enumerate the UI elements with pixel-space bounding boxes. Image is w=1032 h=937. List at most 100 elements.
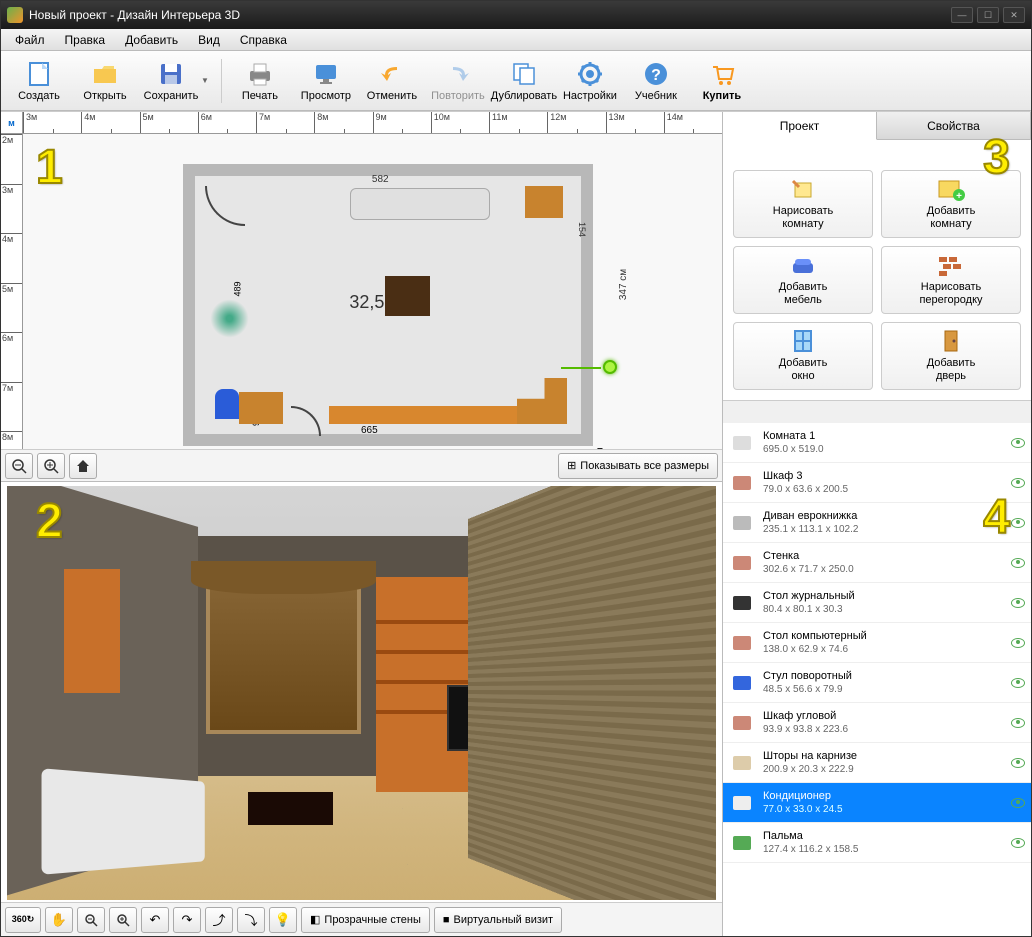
scene-list: Комната 1 695.0 x 519.0 Шкаф 3 79.0 x 63… — [723, 400, 1031, 936]
object-dimensions: 79.0 x 63.6 x 200.5 — [763, 483, 1003, 496]
tab-project[interactable]: Проект — [723, 112, 877, 140]
object-icon — [729, 670, 755, 696]
visibility-icon[interactable] — [1011, 758, 1025, 768]
menu-add[interactable]: Добавить — [115, 31, 188, 49]
close-button[interactable]: ✕ — [1003, 7, 1025, 23]
object-dimensions: 77.0 x 33.0 x 24.5 — [763, 803, 1003, 816]
scene-item[interactable]: Диван еврокнижка 235.1 x 113.1 x 102.2 — [723, 503, 1031, 543]
object-dimensions: 302.6 x 71.7 x 250.0 — [763, 563, 1003, 576]
zoom-in-button[interactable] — [37, 453, 65, 479]
object-icon — [729, 550, 755, 576]
virtual-visit-button[interactable]: ■Виртуальный визит — [434, 907, 562, 933]
visibility-icon[interactable] — [1011, 638, 1025, 648]
action-add-window[interactable]: Добавитьокно — [733, 322, 873, 390]
door-object[interactable] — [291, 406, 321, 436]
dimension-label: 347 см — [618, 269, 629, 300]
rotate-left-button[interactable]: ↶ — [141, 907, 169, 933]
scene-item[interactable]: Стол журнальный 80.4 x 80.1 x 30.3 — [723, 583, 1031, 623]
tilt-down-button[interactable]: ⤵ — [237, 907, 265, 933]
tool-print[interactable]: Печать — [228, 54, 292, 108]
rotate-right-button[interactable]: ↷ — [173, 907, 201, 933]
scene-item[interactable]: Стул поворотный 48.5 x 56.6 x 79.9 — [723, 663, 1031, 703]
chair-object[interactable] — [215, 389, 239, 419]
visibility-icon[interactable] — [1011, 438, 1025, 448]
dimension-label: 665 — [361, 425, 378, 436]
tool-open[interactable]: Открыть — [73, 54, 137, 108]
tool-preview[interactable]: Просмотр — [294, 54, 358, 108]
plant-object[interactable] — [207, 296, 252, 341]
cabinet-object[interactable] — [525, 186, 563, 218]
visibility-icon[interactable] — [1011, 558, 1025, 568]
scene-item[interactable]: Шкаф угловой 93.9 x 93.8 x 223.6 — [723, 703, 1031, 743]
menu-view[interactable]: Вид — [188, 31, 230, 49]
plan-view-2d[interactable]: м 3м4м5м6м7м8м9м10м11м12м13м14м 2м3м4м5м… — [1, 112, 722, 481]
selection-handle[interactable] — [603, 360, 617, 374]
object-dimensions: 235.1 x 113.1 x 102.2 — [763, 523, 1003, 536]
show-all-sizes-toggle[interactable]: ⊞Показывать все размеры — [558, 453, 718, 479]
tool-duplicate[interactable]: Дублировать — [492, 54, 556, 108]
visibility-icon[interactable] — [1011, 798, 1025, 808]
dimensions-icon: ⊞ — [567, 459, 576, 472]
scene-item[interactable]: Стол компьютерный 138.0 x 62.9 x 74.6 — [723, 623, 1031, 663]
minimize-button[interactable]: — — [951, 7, 973, 23]
menu-edit[interactable]: Правка — [55, 31, 116, 49]
pan-button[interactable]: ✋ — [45, 907, 73, 933]
menu-help[interactable]: Справка — [230, 31, 297, 49]
home-button[interactable] — [69, 453, 97, 479]
zoom-out-3d-button[interactable] — [77, 907, 105, 933]
ruler-vertical: 2м3м4м5м6м7м8м — [1, 134, 23, 481]
desk-object[interactable] — [239, 392, 283, 424]
visibility-icon[interactable] — [1011, 718, 1025, 728]
scene-item[interactable]: Шторы на карнизе 200.9 x 20.3 x 222.9 — [723, 743, 1031, 783]
sofa-object[interactable] — [350, 188, 490, 220]
visibility-icon[interactable] — [1011, 518, 1025, 528]
tilt-up-button[interactable]: ⤴ — [205, 907, 233, 933]
ruler-horizontal: 3м4м5м6м7м8м9м10м11м12м13м14м — [23, 112, 722, 134]
object-icon — [729, 830, 755, 856]
action-buttons-panel: Нарисоватькомнату +Добавитькомнату Добав… — [723, 140, 1031, 400]
scene-item[interactable]: Стенка 302.6 x 71.7 x 250.0 — [723, 543, 1031, 583]
light-button[interactable]: 💡 — [269, 907, 297, 933]
tool-settings[interactable]: Настройки — [558, 54, 622, 108]
window-title: Новый проект - Дизайн Интерьера 3D — [29, 8, 951, 22]
menu-file[interactable]: Файл — [5, 31, 55, 49]
maximize-button[interactable]: ☐ — [977, 7, 999, 23]
render-3d[interactable] — [7, 486, 716, 900]
object-icon — [729, 630, 755, 656]
action-draw-wall[interactable]: Нарисоватьперегородку — [881, 246, 1021, 314]
visibility-icon[interactable] — [1011, 838, 1025, 848]
save-dropdown[interactable]: ▼ — [201, 76, 209, 85]
action-draw-room[interactable]: Нарисоватькомнату — [733, 170, 873, 238]
scene-item[interactable]: Кондиционер 77.0 x 33.0 x 24.5 — [723, 783, 1031, 823]
action-add-furniture[interactable]: Добавитьмебель — [733, 246, 873, 314]
table-object[interactable] — [385, 276, 430, 316]
corner-cabinet-object[interactable] — [517, 378, 567, 424]
visibility-icon[interactable] — [1011, 598, 1025, 608]
tab-properties[interactable]: Свойства — [877, 112, 1031, 139]
rotate-360-button[interactable]: 360↻ — [5, 907, 41, 933]
tool-save[interactable]: Сохранить — [139, 54, 203, 108]
room-outline[interactable]: 32,52 582 347 см 154 489 665 65 см 95 15… — [183, 164, 593, 446]
view-3d[interactable]: 360↻ ✋ ↶ ↷ ⤴ ⤵ 💡 ◧Прозрачные стены ■Вирт… — [1, 481, 722, 936]
object-icon — [729, 590, 755, 616]
scene-item[interactable]: Шкаф 3 79.0 x 63.6 x 200.5 — [723, 463, 1031, 503]
ruler-unit: м — [1, 112, 23, 134]
action-add-door[interactable]: Добавитьдверь — [881, 322, 1021, 390]
wall-unit-object[interactable] — [329, 406, 549, 424]
zoom-out-button[interactable] — [5, 453, 33, 479]
tool-tutorial[interactable]: ?Учебник — [624, 54, 688, 108]
zoom-in-3d-button[interactable] — [109, 907, 137, 933]
tool-buy[interactable]: Купить — [690, 54, 754, 108]
door-object[interactable] — [205, 186, 245, 226]
visibility-icon[interactable] — [1011, 478, 1025, 488]
action-add-room[interactable]: +Добавитькомнату — [881, 170, 1021, 238]
tool-redo[interactable]: Повторить — [426, 54, 490, 108]
scene-item[interactable]: Комната 1 695.0 x 519.0 — [723, 423, 1031, 463]
tool-undo[interactable]: Отменить — [360, 54, 424, 108]
transparent-walls-toggle[interactable]: ◧Прозрачные стены — [301, 907, 430, 933]
visibility-icon[interactable] — [1011, 678, 1025, 688]
right-panel-tabs: Проект Свойства — [723, 112, 1031, 140]
dimension-label: 489 — [233, 282, 243, 297]
tool-create[interactable]: Создать — [7, 54, 71, 108]
scene-item[interactable]: Пальма 127.4 x 116.2 x 158.5 — [723, 823, 1031, 863]
